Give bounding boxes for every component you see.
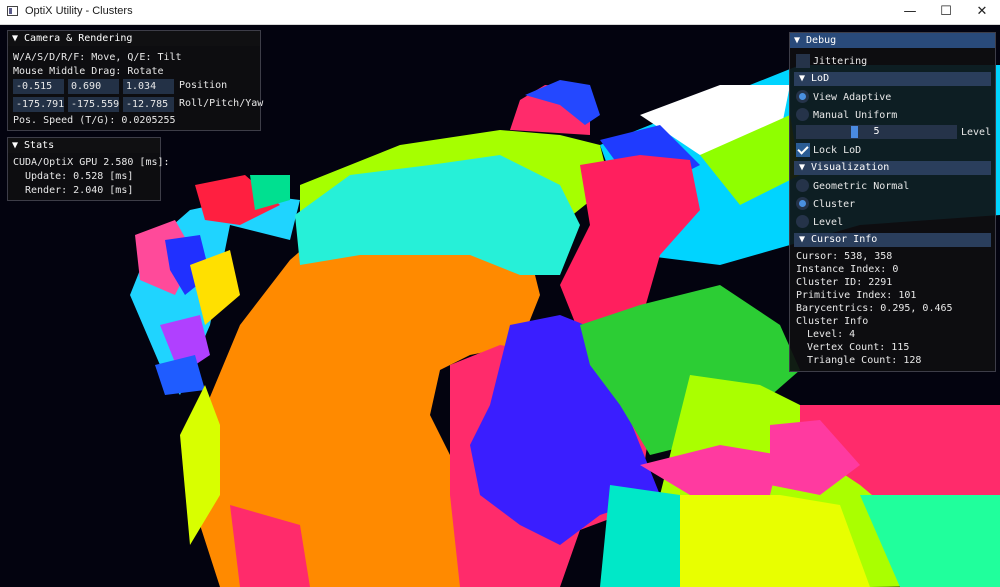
title-bar[interactable]: OptiX Utility - Clusters — ☐ ✕ — [0, 0, 1000, 25]
rotate-help-text: Mouse Middle Drag: Rotate — [13, 66, 164, 77]
lod-view-adaptive-label: View Adaptive — [813, 92, 892, 103]
app-window: OptiX Utility - Clusters — ☐ ✕ ▼ Camera … — [0, 0, 1000, 587]
update-time-text: Update: 0.528 [ms] — [25, 171, 134, 182]
barycentrics-text: Barycentrics: 0.295, 0.465 — [796, 303, 953, 314]
app-icon — [7, 6, 18, 16]
level-slider[interactable]: 5 — [796, 125, 957, 139]
jittering-checkbox[interactable] — [796, 54, 810, 68]
roll-field[interactable]: -175.791 — [13, 97, 64, 112]
instance-index-text: Instance Index: 0 — [796, 264, 899, 275]
cluster-id-text: Cluster ID: 2291 — [796, 277, 893, 288]
vertex-count-text: Vertex Count: 115 — [807, 342, 910, 353]
window-title: OptiX Utility - Clusters — [25, 5, 133, 17]
cluster-info-heading: Cluster Info — [796, 316, 869, 327]
maximize-icon: ☐ — [940, 4, 952, 19]
position-x-field[interactable]: -0.515 — [13, 79, 64, 94]
triangle-count-text: Triangle Count: 128 — [807, 355, 922, 366]
debug-panel-header[interactable]: ▼ Debug — [790, 33, 995, 48]
cursor-info-section-header[interactable]: ▼ Cursor Info — [794, 233, 991, 247]
speed-text: Pos. Speed (T/G): 0.0205255 — [13, 115, 176, 126]
cluster-level-text: Level: 4 — [807, 329, 856, 340]
close-icon: ✕ — [976, 4, 988, 19]
lod-section-header[interactable]: ▼ LoD — [794, 72, 991, 86]
vis-cluster-radio[interactable] — [796, 197, 809, 210]
debug-panel: ▼ Debug Jittering ▼ LoD View Adaptive Ma… — [789, 32, 996, 372]
vis-geometric-normal-radio[interactable] — [796, 179, 809, 192]
camera-panel: ▼ Camera & Rendering W/A/S/D/R/F: Move, … — [7, 30, 264, 131]
vis-level-label: Level — [813, 217, 844, 228]
minimize-button[interactable]: — — [892, 0, 928, 24]
stats-panel: ▼ Stats CUDA/OptiX GPU 2.580 [ms]: Updat… — [7, 137, 170, 201]
vis-level-radio[interactable] — [796, 215, 809, 228]
move-help-text: W/A/S/D/R/F: Move, Q/E: Tilt — [13, 52, 182, 63]
position-label: Position — [179, 80, 228, 91]
rotation-label: Roll/Pitch/Yaw — [179, 98, 264, 109]
yaw-field[interactable]: -12.785 — [123, 97, 174, 112]
vis-geometric-normal-label: Geometric Normal — [813, 181, 910, 192]
level-slider-label: Level — [961, 127, 992, 138]
lod-manual-uniform-label: Manual Uniform — [813, 110, 898, 121]
pitch-field[interactable]: -175.559 — [68, 97, 119, 112]
vis-cluster-label: Cluster — [813, 199, 856, 210]
primitive-index-text: Primitive Index: 101 — [796, 290, 917, 301]
minimize-icon: — — [903, 4, 917, 19]
lock-lod-checkbox[interactable] — [796, 143, 810, 157]
jittering-label: Jittering — [813, 56, 868, 67]
level-slider-value: 5 — [873, 126, 880, 137]
close-button[interactable]: ✕ — [964, 0, 1000, 24]
camera-panel-header[interactable]: ▼ Camera & Rendering — [8, 31, 260, 46]
stats-panel-header[interactable]: ▼ Stats — [8, 138, 160, 153]
position-y-field[interactable]: 0.690 — [68, 79, 119, 94]
render-time-text: Render: 2.040 [ms] — [25, 185, 134, 196]
lod-manual-uniform-radio[interactable] — [796, 108, 809, 121]
cursor-position-text: Cursor: 538, 358 — [796, 251, 893, 262]
maximize-button[interactable]: ☐ — [928, 0, 964, 24]
lod-view-adaptive-radio[interactable] — [796, 90, 809, 103]
lock-lod-label: Lock LoD — [813, 145, 862, 156]
gpu-time-text: CUDA/OptiX GPU 2.580 [ms]: — [13, 157, 170, 168]
visualization-section-header[interactable]: ▼ Visualization — [794, 161, 991, 175]
position-z-field[interactable]: 1.034 — [123, 79, 174, 94]
